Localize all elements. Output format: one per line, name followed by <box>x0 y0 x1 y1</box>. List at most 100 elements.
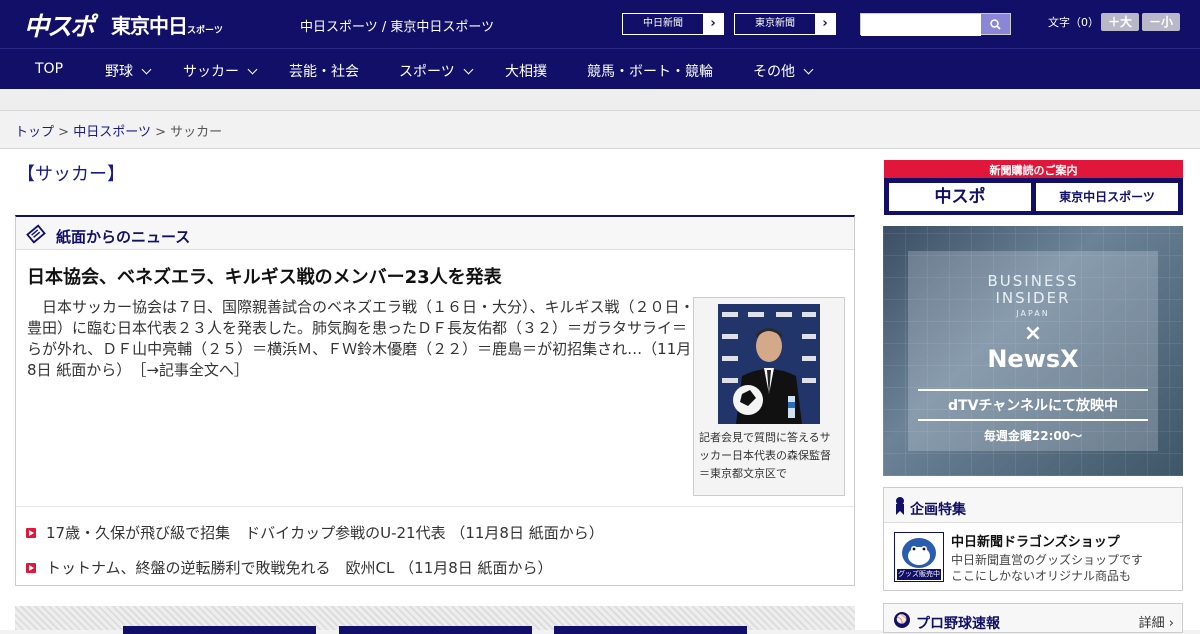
chevron-down-icon <box>141 64 152 75</box>
tokyo-logo-sub: スポーツ <box>187 26 223 36</box>
pro-baseball-panel: ⚾ プロ野球速報 詳細 › <box>883 603 1183 633</box>
ad-panel: BUSINESS INSIDER JAPAN × NewsX dTVチャンネルにて… <box>908 251 1158 451</box>
baseball-icon: ⚾ <box>894 612 910 628</box>
related-article-link[interactable]: 17歳・久保が飛び級で招集 ドバイカップ参戦のU-21代表 （11月8日 紙面か… <box>26 522 604 543</box>
nav-entertainment-label: 芸能・社会 <box>289 64 359 80</box>
breadcrumb-sep: > <box>155 125 166 140</box>
ad-schedule-text: 毎週金曜22:00〜 <box>983 429 1083 443</box>
site-header: 中スポ 東京中日スポーツ 中日スポーツ / 東京中日スポーツ 中日新聞 › 東京新… <box>0 0 1200 48</box>
nav-sumo-label: 大相撲 <box>505 64 547 80</box>
chevron-down-icon <box>803 64 814 75</box>
search-box <box>860 13 1011 36</box>
breadcrumb: トップ > 中日スポーツ > サッカー <box>15 121 222 140</box>
nav-racing[interactable]: 競馬・ボート・競輪 <box>587 61 713 81</box>
font-size-label: 文字（0） <box>1048 16 1099 29</box>
breadcrumb-current: サッカー <box>170 125 223 140</box>
chevron-right-icon: › <box>703 14 723 34</box>
nav-top-label: TOP <box>35 61 64 77</box>
section-tab[interactable] <box>339 626 532 634</box>
nav-other-label: その他 <box>753 64 795 80</box>
newspaper-icon <box>26 224 46 244</box>
chuspo-logo[interactable]: 中スポ <box>24 7 95 43</box>
ad-japan-text: JAPAN <box>1016 309 1050 318</box>
feature-item-description: 中日新聞直営のグッズショップです ここにしかないオリジナル商品も <box>951 552 1143 584</box>
bullet-arrow-icon <box>26 563 36 573</box>
search-input[interactable] <box>861 16 981 36</box>
tokyo-shimbun-link[interactable]: 東京新聞 › <box>734 13 836 35</box>
photo-illustration <box>718 304 820 424</box>
bullet-arrow-icon <box>26 528 36 538</box>
font-larger-button[interactable]: ＋大 <box>1101 13 1139 31</box>
chunichi-shimbun-link[interactable]: 中日新聞 › <box>622 13 724 35</box>
subscribe-tokyo-button[interactable]: 東京中日スポーツ <box>1036 183 1178 211</box>
ad-channel-text: dTVチャンネルにて放映中 <box>948 398 1118 414</box>
tokyo-chunichi-logo[interactable]: 東京中日スポーツ <box>111 10 223 39</box>
sub-bar <box>0 89 1200 111</box>
tokyo-shimbun-label: 東京新聞 <box>755 18 795 29</box>
feature-panel-title: 企画特集 <box>910 502 966 518</box>
nav-baseball-label: 野球 <box>105 64 133 80</box>
chevron-down-icon <box>247 64 258 75</box>
nav-sumo[interactable]: 大相撲 <box>505 61 547 81</box>
section-tab[interactable] <box>554 626 747 634</box>
article-summary-text: 日本サッカー協会は７日、国際親善試合のベネズエラ戦（１６日・大分）、キルギス戦（… <box>27 298 695 379</box>
chunichi-shimbun-label: 中日新聞 <box>643 18 683 29</box>
nav-sports-label: スポーツ <box>399 64 455 80</box>
nav-soccer[interactable]: サッカー <box>183 61 258 81</box>
ad-divider <box>918 419 1148 421</box>
feature-panel: 企画特集 グッズ販売中 中日新聞ドラゴンズショップ 中日新聞直営のグッズショップ… <box>883 487 1183 591</box>
related-article-link[interactable]: トットナム、終盤の逆転勝利で敗戦免れる 欧州CL （11月8日 紙面から） <box>26 557 553 578</box>
subscription-banner: 新聞購読のご案内 中スポ 東京中日スポーツ <box>884 160 1183 215</box>
subscribe-chuspo-button[interactable]: 中スポ <box>889 183 1031 211</box>
nav-entertainment[interactable]: 芸能・社会 <box>289 61 359 81</box>
advertisement-banner[interactable]: BUSINESS INSIDER JAPAN × NewsX dTVチャンネルにて… <box>883 226 1183 476</box>
related-article-label: トットナム、終盤の逆転勝利で敗戦免れる 欧州CL （11月8日 紙面から） <box>46 559 553 577</box>
nav-soccer-label: サッカー <box>183 64 239 80</box>
ad-brand-line1: BUSINESS INSIDER <box>908 273 1158 307</box>
ad-insider-text: INSIDER <box>995 289 1071 307</box>
breadcrumb-sep: > <box>58 125 70 140</box>
site-name: 中日スポーツ / 東京中日スポーツ <box>300 20 495 35</box>
article-summary: 日本サッカー協会は７日、国際親善試合のベネズエラ戦（１６日・大分）、キルギス戦（… <box>27 297 695 381</box>
related-article-label: 17歳・久保が飛び級で招集 ドバイカップ参戦のU-21代表 （11月8日 紙面か… <box>46 524 604 542</box>
main-nav: TOP 野球 サッカー 芸能・社会 スポーツ 大相撲 競馬・ボート・競輪 その他 <box>0 48 1200 89</box>
feature-desc-line2: ここにしかないオリジナル商品も <box>951 569 1132 583</box>
breadcrumb-site[interactable]: 中日スポーツ <box>73 125 151 140</box>
nav-sports[interactable]: スポーツ <box>399 61 474 81</box>
ad-newsx-text: NewsX <box>987 345 1079 373</box>
news-panel-title: 紙面からのニュース <box>56 228 191 246</box>
dragons-shop-thumbnail[interactable]: グッズ販売中 <box>894 532 944 582</box>
font-smaller-button[interactable]: －小 <box>1142 13 1180 31</box>
subscription-title: 新聞購読のご案内 <box>989 164 1078 177</box>
tokyo-logo-text: 東京中日 <box>111 14 188 38</box>
article-photo: 記者会見で質問に答えるサッカー日本代表の森保監督＝東京都文京区で <box>693 297 845 496</box>
pro-baseball-title: プロ野球速報 <box>916 616 1000 632</box>
feature-panel-header: 企画特集 <box>884 488 1182 523</box>
pro-baseball-more-link[interactable]: 詳細 › <box>1139 612 1174 631</box>
striped-section <box>15 606 855 634</box>
photo-caption: 記者会見で質問に答えるサッカー日本代表の森保監督＝東京都文京区で <box>699 431 831 480</box>
nav-baseball[interactable]: 野球 <box>105 61 152 81</box>
press-conference-photo[interactable] <box>718 304 820 424</box>
section-tab[interactable] <box>123 626 316 634</box>
read-more-link[interactable]: ［→記事全文へ］ <box>139 361 249 379</box>
ad-business-text: BUSINESS <box>987 272 1079 290</box>
feature-desc-line1: 中日新聞直営のグッズショップです <box>951 553 1144 567</box>
feature-item-title[interactable]: 中日新聞ドラゴンズショップ <box>951 531 1120 550</box>
search-button[interactable] <box>981 14 1010 34</box>
nav-other[interactable]: その他 <box>753 61 814 81</box>
thumbnail-label: グッズ販売中 <box>898 570 940 578</box>
chevron-right-icon: › <box>815 14 835 34</box>
ad-cross-text: × <box>1023 321 1043 346</box>
ad-divider <box>918 389 1148 391</box>
nav-racing-label: 競馬・ボート・競輪 <box>587 64 713 80</box>
news-panel-header: 紙面からのニュース <box>16 217 854 250</box>
chevron-down-icon <box>463 64 474 75</box>
search-icon <box>990 19 1001 30</box>
ribbon-icon <box>896 497 904 515</box>
nav-top[interactable]: TOP <box>35 61 63 77</box>
breadcrumb-top[interactable]: トップ <box>15 125 54 140</box>
news-divider <box>16 506 854 507</box>
article-headline[interactable]: 日本協会、ベネズエラ、キルギス戦のメンバー23人を発表 <box>27 263 502 289</box>
news-panel: 紙面からのニュース 日本協会、ベネズエラ、キルギス戦のメンバー23人を発表 日本… <box>15 215 855 586</box>
